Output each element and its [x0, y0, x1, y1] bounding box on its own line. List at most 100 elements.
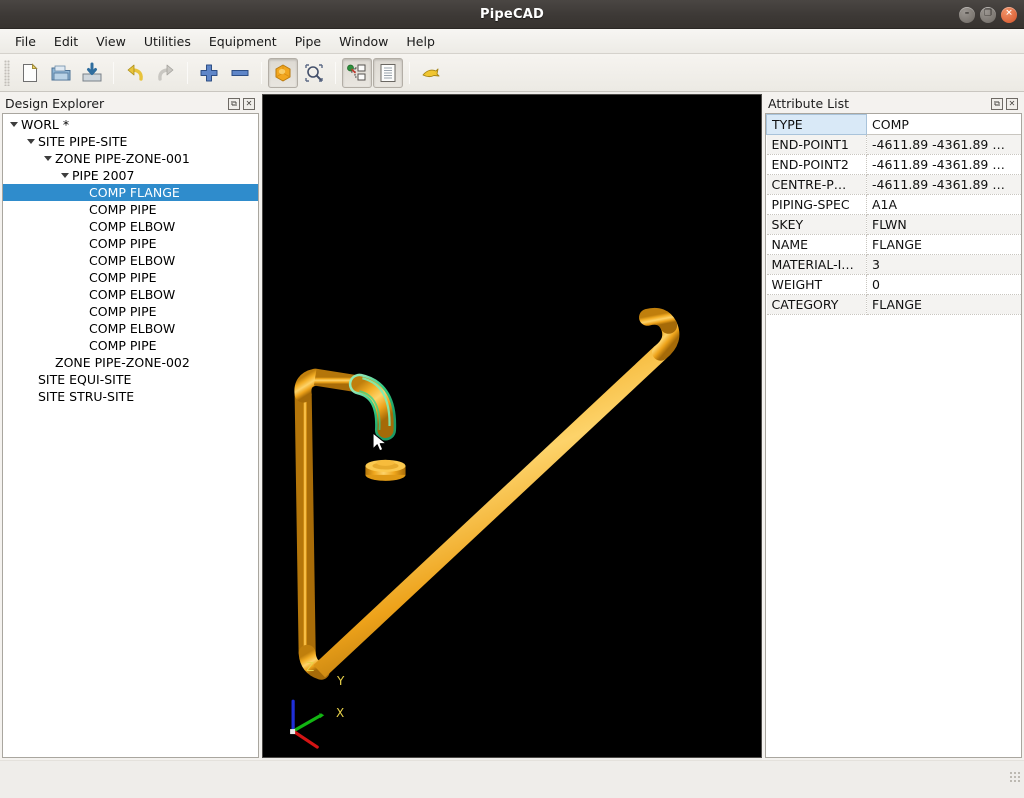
- menu-item-file[interactable]: File: [6, 31, 45, 52]
- toolbar-separator: [335, 62, 336, 84]
- pipe-model-graphic: [263, 95, 761, 757]
- tree-item[interactable]: COMP PIPE: [3, 269, 258, 286]
- run-button[interactable]: [416, 58, 446, 88]
- tree-item-label: COMP PIPE: [88, 338, 157, 353]
- zoom-selection-icon: [303, 62, 325, 84]
- tree-item[interactable]: COMP PIPE: [3, 303, 258, 320]
- attribute-row[interactable]: END-POINT1-4611.89 -4361.89 …: [767, 135, 1022, 155]
- undo-button[interactable]: [120, 58, 150, 88]
- attribute-key: PIPING-SPEC: [767, 195, 867, 215]
- float-icon[interactable]: ⧉: [228, 98, 240, 110]
- float-icon[interactable]: ⧉: [991, 98, 1003, 110]
- redo-button[interactable]: [151, 58, 181, 88]
- zoom-selection-button[interactable]: [299, 58, 329, 88]
- attribute-row[interactable]: SKEYFLWN: [767, 215, 1022, 235]
- attribute-row[interactable]: WEIGHT0: [767, 275, 1022, 295]
- attribute-value: FLANGE: [867, 235, 1022, 255]
- tree-item-label: COMP PIPE: [88, 270, 157, 285]
- toolbar-separator: [409, 62, 410, 84]
- add-button[interactable]: [194, 58, 224, 88]
- tree-item-label: COMP FLANGE: [88, 185, 180, 200]
- run-arrow-icon: [420, 62, 442, 84]
- tree-item-label: SITE EQUI-SITE: [37, 372, 131, 387]
- three-d-viewport[interactable]: Z Y X: [262, 94, 762, 758]
- attribute-value: FLANGE: [867, 295, 1022, 315]
- tree-item-label: COMP PIPE: [88, 304, 157, 319]
- menu-item-help[interactable]: Help: [397, 31, 444, 52]
- menu-item-equipment[interactable]: Equipment: [200, 31, 286, 52]
- minimize-button[interactable]: –: [959, 7, 975, 23]
- expand-arrow-icon[interactable]: [58, 173, 71, 178]
- save-button[interactable]: [77, 58, 107, 88]
- toolbar-grip[interactable]: [4, 60, 10, 86]
- cursor-arrow-icon: [372, 432, 388, 454]
- expand-arrow-icon[interactable]: [7, 122, 20, 127]
- tree-item[interactable]: SITE EQUI-SITE: [3, 371, 258, 388]
- attribute-value: 0: [867, 275, 1022, 295]
- attribute-row[interactable]: CENTRE-P…-4611.89 -4361.89 …: [767, 175, 1022, 195]
- tree-item[interactable]: SITE STRU-SITE: [3, 388, 258, 405]
- close-icon[interactable]: ✕: [243, 98, 255, 110]
- resize-grip[interactable]: [1009, 771, 1022, 784]
- design-explorer-panel: WORL *SITE PIPE-SITEZONE PIPE-ZONE-001PI…: [2, 113, 259, 758]
- attribute-row[interactable]: PIPING-SPECA1A: [767, 195, 1022, 215]
- expand-arrow-icon[interactable]: [24, 139, 37, 144]
- maximize-button[interactable]: ❐: [980, 7, 996, 23]
- close-button[interactable]: ✕: [1001, 7, 1017, 23]
- tree-item[interactable]: COMP ELBOW: [3, 252, 258, 269]
- tree-item[interactable]: COMP ELBOW: [3, 218, 258, 235]
- menu-item-view[interactable]: View: [87, 31, 135, 52]
- attribute-list-titlebar: Attribute List ⧉ ✕: [765, 94, 1022, 113]
- menu-item-utilities[interactable]: Utilities: [135, 31, 200, 52]
- attribute-value: COMP: [867, 115, 1022, 135]
- tree-item[interactable]: COMP ELBOW: [3, 286, 258, 303]
- open-folder-icon: [50, 62, 72, 84]
- tree-item[interactable]: SITE PIPE-SITE: [3, 133, 258, 150]
- attribute-row[interactable]: CATEGORYFLANGE: [767, 295, 1022, 315]
- tree-item[interactable]: COMP PIPE: [3, 235, 258, 252]
- attribute-key: WEIGHT: [767, 275, 867, 295]
- viewport-container: Z Y X: [262, 92, 762, 760]
- mouse-cursor: [372, 432, 388, 458]
- attribute-key: MATERIAL-I…: [767, 255, 867, 275]
- three-d-view-button[interactable]: [268, 58, 298, 88]
- tree-item[interactable]: PIPE 2007: [3, 167, 258, 184]
- tree-item[interactable]: COMP PIPE: [3, 337, 258, 354]
- tree-item-label: COMP PIPE: [88, 236, 157, 251]
- toolbar-separator: [187, 62, 188, 84]
- menu-item-pipe[interactable]: Pipe: [286, 31, 330, 52]
- tree-item[interactable]: ZONE PIPE-ZONE-002: [3, 354, 258, 371]
- attribute-key: END-POINT2: [767, 155, 867, 175]
- close-icon[interactable]: ✕: [1006, 98, 1018, 110]
- attribute-key: NAME: [767, 235, 867, 255]
- attribute-row[interactable]: MATERIAL-I…3: [767, 255, 1022, 275]
- design-tree[interactable]: WORL *SITE PIPE-SITEZONE PIPE-ZONE-001PI…: [3, 114, 258, 405]
- new-file-button[interactable]: [15, 58, 45, 88]
- redo-icon: [155, 62, 177, 84]
- tree-item-selected[interactable]: COMP FLANGE: [3, 184, 258, 201]
- attribute-row[interactable]: TYPECOMP: [767, 115, 1022, 135]
- new-file-icon: [19, 62, 41, 84]
- attribute-list-button[interactable]: [373, 58, 403, 88]
- tree-item[interactable]: COMP ELBOW: [3, 320, 258, 337]
- attribute-table: TYPECOMPEND-POINT1-4611.89 -4361.89 …END…: [766, 114, 1021, 315]
- maximize-icon: ❐: [984, 10, 992, 19]
- design-explorer-button[interactable]: [342, 58, 372, 88]
- expand-arrow-icon[interactable]: [41, 156, 54, 161]
- attribute-value: FLWN: [867, 215, 1022, 235]
- attribute-key: CATEGORY: [767, 295, 867, 315]
- tree-item[interactable]: ZONE PIPE-ZONE-001: [3, 150, 258, 167]
- design-explorer-dock-buttons: ⧉ ✕: [228, 98, 257, 110]
- menu-item-edit[interactable]: Edit: [45, 31, 87, 52]
- axis-label-y: Y: [336, 674, 345, 688]
- tree-item[interactable]: COMP PIPE: [3, 201, 258, 218]
- toolbar-separator: [113, 62, 114, 84]
- remove-button[interactable]: [225, 58, 255, 88]
- open-folder-button[interactable]: [46, 58, 76, 88]
- attribute-row[interactable]: NAMEFLANGE: [767, 235, 1022, 255]
- window-title: PipeCAD: [480, 7, 544, 22]
- attribute-row[interactable]: END-POINT2-4611.89 -4361.89 …: [767, 155, 1022, 175]
- attribute-list-dock: Attribute List ⧉ ✕ TYPECOMPEND-POINT1-46…: [762, 92, 1024, 760]
- tree-item[interactable]: WORL *: [3, 116, 258, 133]
- menu-item-window[interactable]: Window: [330, 31, 397, 52]
